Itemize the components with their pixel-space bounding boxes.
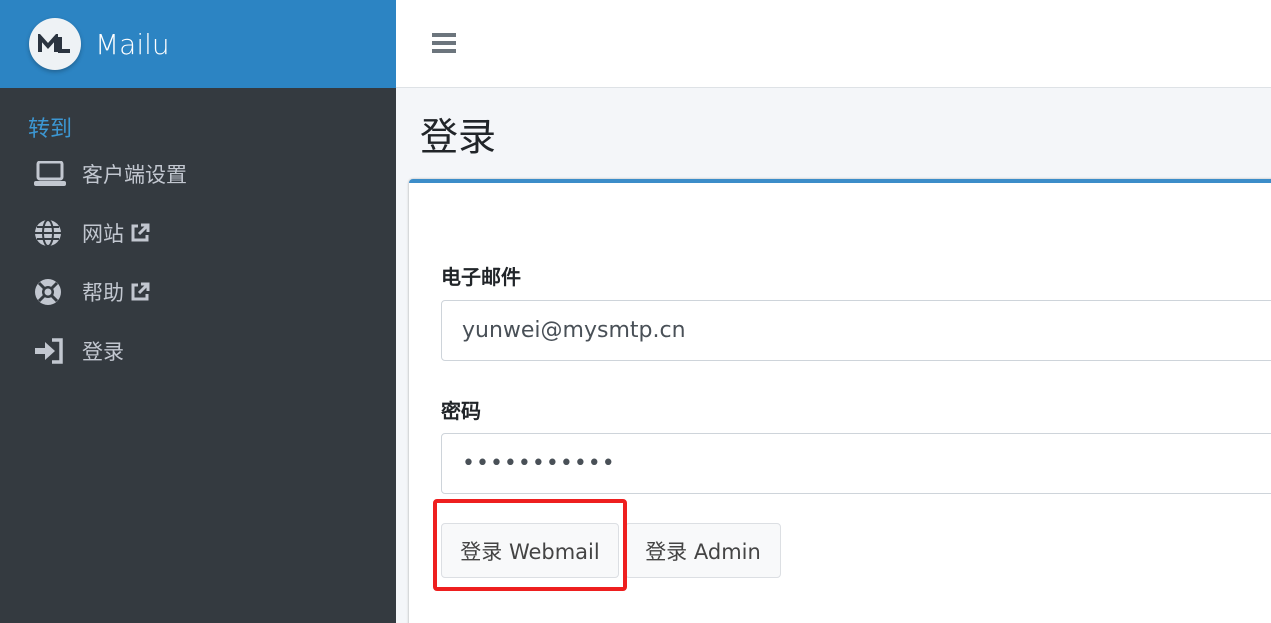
sidebar-item-login[interactable]: 登录: [0, 321, 396, 380]
login-card: 电子邮件 yunwei@mysmtp.cn 密码 ••••••••••• 登录 …: [409, 179, 1271, 623]
external-link-icon: [130, 223, 150, 243]
content-header: 登录: [420, 106, 496, 161]
external-link-icon: [130, 282, 150, 302]
password-label: 密码: [441, 399, 481, 423]
sidebar: Mailu 转到 客户端设置 网站 帮助 登录: [0, 0, 396, 623]
sidebar-item-label: 帮助: [82, 280, 124, 305]
sidebar-item-label: 网站: [82, 221, 124, 246]
sign-in-icon: [34, 335, 68, 367]
mailu-logo-icon: [29, 18, 81, 70]
email-field[interactable]: yunwei@mysmtp.cn: [441, 300, 1271, 361]
top-navbar: [396, 0, 1271, 88]
login-webmail-button[interactable]: 登录 Webmail: [441, 523, 619, 578]
laptop-icon: [34, 158, 68, 190]
email-label: 电子邮件: [441, 265, 521, 289]
password-field[interactable]: •••••••••••: [441, 433, 1271, 494]
sidebar-item-website[interactable]: 网站: [0, 203, 396, 262]
sidebar-item-help[interactable]: 帮助: [0, 262, 396, 321]
brand-name: Mailu: [95, 27, 170, 61]
hamburger-icon[interactable]: [432, 32, 458, 54]
sidebar-item-label: 登录: [82, 339, 124, 364]
globe-icon: [34, 217, 68, 249]
app-root: Mailu 转到 客户端设置 网站 帮助 登录 登录 电子邮件 yunwei@m…: [0, 0, 1271, 623]
page-title: 登录: [420, 115, 497, 159]
sidebar-item-label: 客户端设置: [82, 162, 187, 187]
sidebar-item-client-settings[interactable]: 客户端设置: [0, 144, 396, 203]
login-admin-button[interactable]: 登录 Admin: [625, 523, 781, 578]
lifebuoy-icon: [34, 276, 68, 308]
nav-section-header: 转到: [28, 117, 73, 142]
brand-bar[interactable]: Mailu: [0, 0, 396, 88]
